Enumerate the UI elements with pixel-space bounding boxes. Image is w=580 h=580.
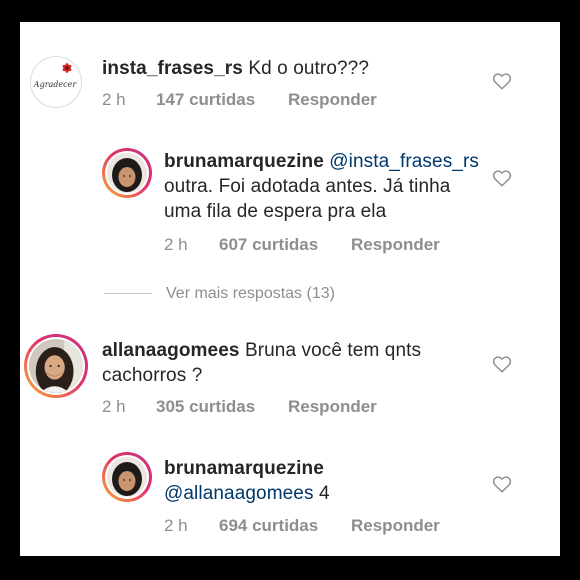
- avatar-logo: Agradecer: [33, 63, 78, 89]
- comment-time: 2 h: [102, 397, 126, 416]
- avatar-photo: [107, 457, 147, 497]
- heart-icon[interactable]: [492, 169, 512, 187]
- comments-panel: Agradecer insta_frases_rs Kd o outro??? …: [20, 22, 560, 556]
- view-more-replies[interactable]: Ver mais respostas (13): [104, 285, 335, 303]
- avatar-photo: [29, 339, 83, 393]
- comment-time: 2 h: [102, 90, 126, 109]
- avatar[interactable]: [102, 148, 152, 198]
- comment-username[interactable]: allanaagomees: [102, 340, 240, 361]
- likes-count[interactable]: 305 curtidas: [156, 397, 255, 417]
- comment-text: brunamarquezine @insta_frases_rs outra. …: [164, 149, 484, 224]
- likes-count[interactable]: 694 curtidas: [219, 516, 318, 536]
- heart-icon[interactable]: [492, 72, 512, 90]
- divider-line: [104, 293, 152, 295]
- likes-count[interactable]: 147 curtidas: [156, 90, 255, 110]
- comment-text: allanaagomees Bruna você tem qnts cachor…: [102, 338, 482, 388]
- avatar-logo-text: Agradecer: [33, 80, 78, 89]
- comment-body: outra. Foi adotada antes. Já tinha uma f…: [164, 176, 451, 222]
- comment-username[interactable]: brunamarquezine: [164, 458, 324, 479]
- mention-link[interactable]: @insta_frases_rs: [329, 151, 479, 172]
- view-more-label: Ver mais respostas (13): [166, 285, 335, 302]
- likes-count[interactable]: 607 curtidas: [219, 235, 318, 255]
- avatar[interactable]: [102, 452, 152, 502]
- comment-username[interactable]: insta_frases_rs: [102, 58, 243, 79]
- comment-text: brunamarquezine @allanaagomees 4: [164, 456, 484, 506]
- comment-body: 4: [318, 483, 330, 504]
- avatar-photo: [107, 153, 147, 193]
- reply-button[interactable]: Responder: [288, 397, 377, 417]
- comment-username[interactable]: brunamarquezine: [164, 151, 324, 172]
- reply-button[interactable]: Responder: [351, 235, 440, 255]
- reply-button[interactable]: Responder: [351, 516, 440, 536]
- avatar[interactable]: [24, 334, 88, 398]
- avatar[interactable]: Agradecer: [30, 56, 82, 108]
- comment-text: insta_frases_rs Kd o outro???: [102, 56, 472, 81]
- comment-time: 2 h: [164, 235, 188, 254]
- reply-button[interactable]: Responder: [288, 90, 377, 110]
- comment-time: 2 h: [164, 516, 188, 535]
- heart-icon[interactable]: [492, 475, 512, 493]
- comment-body: Kd o outro???: [248, 58, 369, 79]
- mention-link[interactable]: @allanaagomees: [164, 483, 314, 504]
- heart-icon[interactable]: [492, 355, 512, 373]
